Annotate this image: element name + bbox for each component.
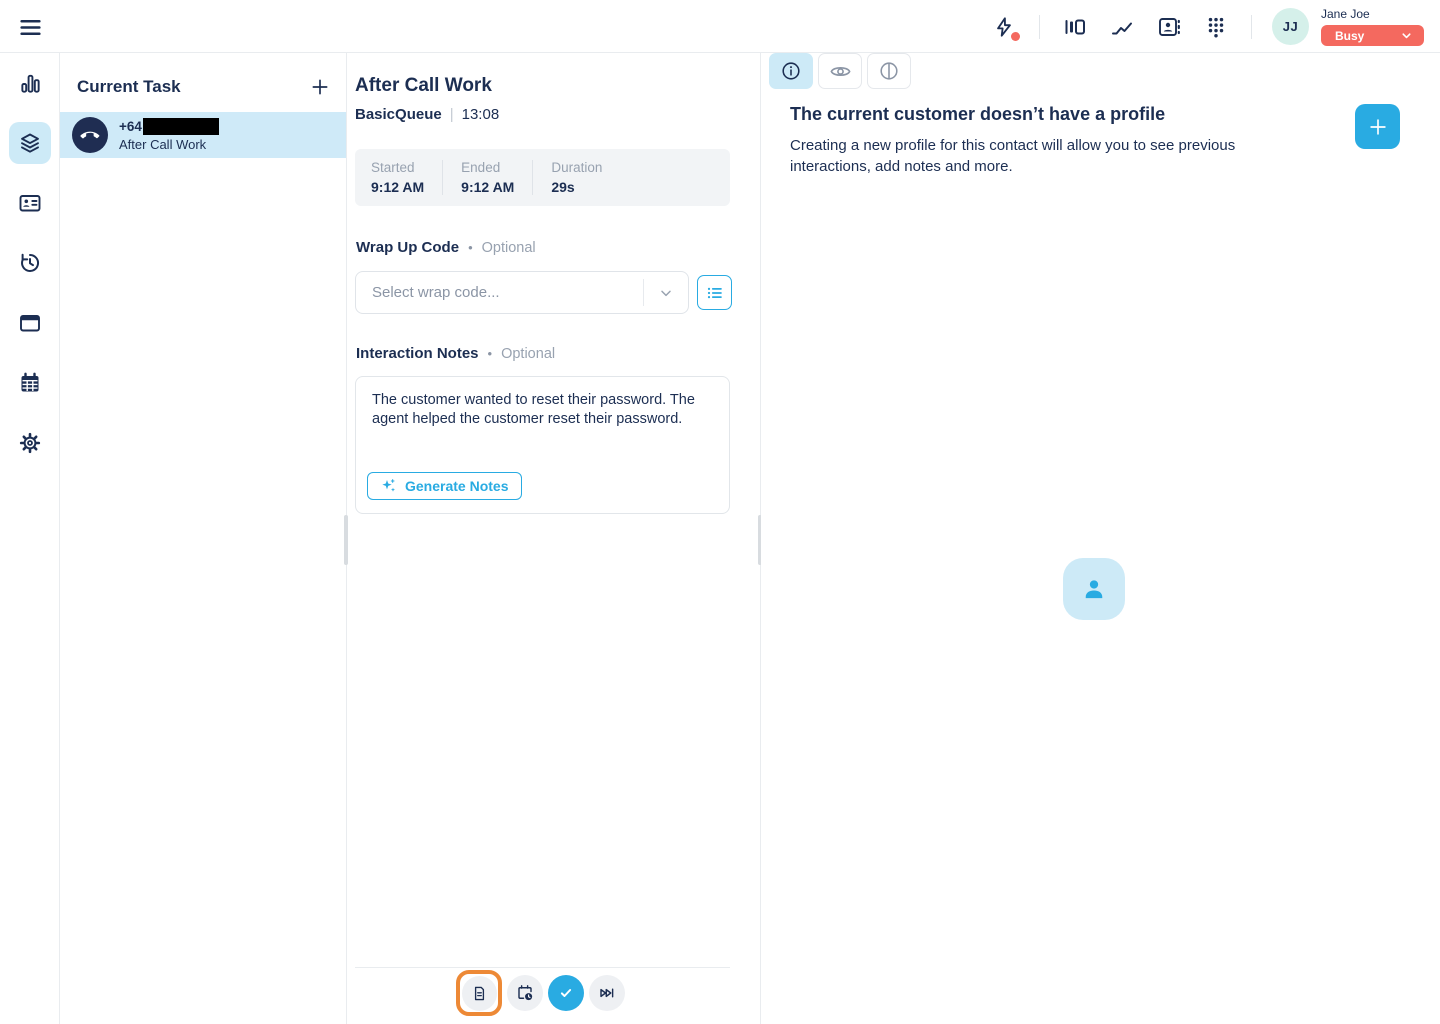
redacted-phone-number	[143, 118, 219, 135]
contacts-icon[interactable]	[1157, 15, 1181, 39]
quick-actions-icon[interactable]	[992, 15, 1016, 39]
split-circle-icon	[878, 60, 900, 82]
wrap-code-list-button[interactable]	[697, 275, 732, 310]
schedule-callback-button[interactable]	[507, 975, 543, 1011]
layers-icon	[9, 122, 51, 164]
user-block: Jane Joe Busy	[1321, 7, 1424, 46]
tab-info[interactable]	[769, 53, 813, 89]
sidebar-item-calendar[interactable]	[0, 353, 60, 413]
list-icon	[706, 284, 724, 302]
bullet: •	[488, 346, 493, 361]
toolbar-divider	[355, 967, 730, 968]
document-icon	[471, 985, 488, 1002]
generate-notes-label: Generate Notes	[405, 478, 508, 494]
after-call-work-panel: After Call Work BasicQueue | 13:08 Start…	[347, 53, 761, 1024]
interaction-notes-label-row: Interaction Notes • Optional	[356, 345, 555, 362]
chevron-down-icon	[1400, 29, 1413, 42]
sparkle-icon	[381, 478, 397, 494]
profile-tabs	[769, 53, 911, 89]
page-title: After Call Work	[355, 75, 492, 97]
eye-icon	[829, 60, 852, 83]
user-avatar[interactable]: JJ	[1272, 8, 1309, 45]
optional-tag: Optional	[501, 346, 555, 362]
wrap-up-code-label: Wrap Up Code	[356, 239, 459, 256]
topbar-actions: JJ Jane Joe Busy	[992, 0, 1424, 53]
queue-name: BasicQueue	[355, 106, 442, 123]
no-profile-description: Creating a new profile for this contact …	[790, 135, 1260, 177]
stat-started: Started 9:12 AM	[371, 160, 443, 195]
person-icon	[1078, 573, 1110, 605]
gear-icon	[9, 422, 51, 464]
separator: |	[450, 106, 454, 123]
divider	[1039, 15, 1040, 39]
sidebar-item-tasks[interactable]	[0, 113, 60, 173]
wrap-code-select[interactable]: Select wrap code...	[355, 271, 689, 314]
dialpad-icon[interactable]	[1204, 15, 1228, 39]
customer-profile-panel: The current customer doesn’t have a prof…	[761, 53, 1440, 1024]
tab-compare[interactable]	[867, 53, 911, 89]
notes-document-button[interactable]	[462, 976, 497, 1011]
check-icon	[557, 984, 575, 1002]
stat-ended: Ended 9:12 AM	[461, 160, 533, 195]
add-task-button[interactable]	[308, 75, 332, 99]
calendar-clock-icon	[516, 984, 534, 1002]
acw-timer: 13:08	[462, 106, 500, 123]
task-phone-number: +64	[119, 119, 142, 134]
sidebar-item-metrics[interactable]	[0, 53, 60, 113]
left-rail	[0, 53, 60, 1024]
wrap-code-placeholder: Select wrap code...	[356, 284, 643, 301]
history-icon	[9, 242, 51, 284]
task-list-item[interactable]: +64 After Call Work	[60, 112, 346, 158]
analytics-icon[interactable]	[1110, 15, 1134, 39]
interaction-notes-box: The customer wanted to reset their passw…	[355, 376, 730, 514]
optional-tag: Optional	[482, 240, 536, 256]
status-label: Busy	[1335, 29, 1364, 43]
call-ended-icon	[72, 117, 108, 153]
split-view-icon[interactable]	[1063, 15, 1087, 39]
plus-icon	[1367, 116, 1389, 138]
current-task-panel: Current Task +64 After Call Work	[60, 53, 347, 1024]
profile-avatar-placeholder	[1063, 558, 1125, 620]
scrollbar-thumb[interactable]	[344, 515, 348, 565]
interaction-notes-input[interactable]: The customer wanted to reset their passw…	[356, 377, 729, 473]
wrap-up-code-label-row: Wrap Up Code • Optional	[356, 239, 536, 256]
divider	[1251, 15, 1252, 39]
chevron-down-icon	[643, 279, 688, 306]
no-profile-heading: The current customer doesn’t have a prof…	[790, 104, 1165, 125]
bullet: •	[468, 240, 473, 255]
calendar-icon	[9, 362, 51, 404]
task-panel-header: Current Task	[77, 75, 332, 99]
stat-duration: Duration 29s	[551, 160, 620, 195]
task-status-label: After Call Work	[119, 137, 219, 152]
topbar: JJ Jane Joe Busy	[0, 0, 1440, 53]
annotation-highlight	[456, 970, 502, 1016]
contact-card-icon	[9, 182, 51, 224]
notification-badge	[1011, 32, 1020, 41]
hamburger-menu-icon[interactable]	[17, 14, 43, 40]
complete-task-button[interactable]	[548, 975, 584, 1011]
task-panel-title: Current Task	[77, 77, 181, 97]
task-item-text: +64 After Call Work	[119, 118, 219, 152]
plus-icon	[310, 77, 330, 97]
skip-next-icon	[598, 984, 616, 1002]
user-name: Jane Joe	[1321, 7, 1370, 21]
bar-chart-icon	[9, 62, 51, 104]
status-dropdown[interactable]: Busy	[1321, 25, 1424, 46]
sidebar-item-settings[interactable]	[0, 413, 60, 473]
skip-next-button[interactable]	[589, 975, 625, 1011]
interaction-notes-label: Interaction Notes	[356, 345, 479, 362]
create-profile-button[interactable]	[1355, 104, 1400, 149]
sidebar-item-browser[interactable]	[0, 293, 60, 353]
sidebar-item-contact-card[interactable]	[0, 173, 60, 233]
info-icon	[780, 60, 802, 82]
generate-notes-button[interactable]: Generate Notes	[367, 472, 522, 500]
tab-preview[interactable]	[818, 53, 862, 89]
browser-window-icon	[9, 302, 51, 344]
call-stats: Started 9:12 AM Ended 9:12 AM Duration 2…	[355, 149, 730, 206]
queue-and-timer: BasicQueue | 13:08	[355, 106, 499, 123]
acw-toolbar	[456, 970, 625, 1016]
sidebar-item-history[interactable]	[0, 233, 60, 293]
